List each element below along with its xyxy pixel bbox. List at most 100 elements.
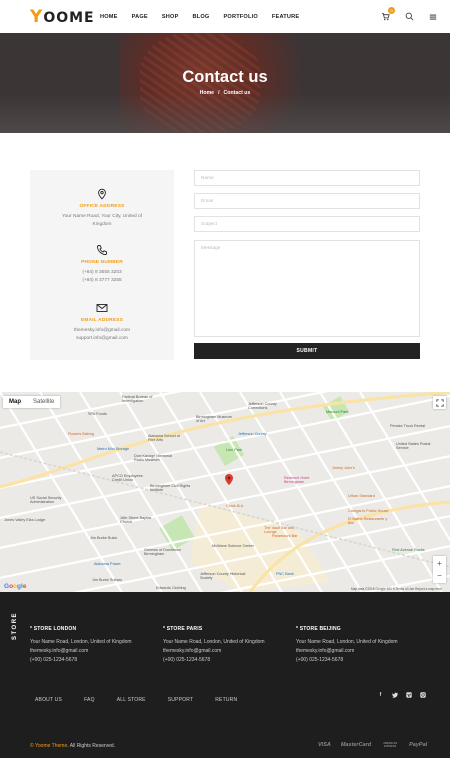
map-label: Chick-fil-A	[226, 504, 244, 508]
phone-heading: PHONE NUMBER	[81, 260, 123, 265]
zoom-in-icon[interactable]: +	[437, 558, 442, 570]
copyright-symbol: ©	[30, 743, 34, 749]
mastercard-icon: MasterCard	[340, 742, 372, 748]
header-icons: 0	[380, 6, 438, 22]
social-links: f	[377, 691, 426, 698]
subject-input[interactable]	[194, 216, 420, 232]
map-tab-satellite[interactable]: Satellite	[27, 396, 60, 408]
cart-icon[interactable]: 0	[380, 6, 395, 22]
nav-item-shop[interactable]: SHOP	[162, 14, 179, 20]
map-label: Jim Burke Buick	[90, 536, 118, 540]
footer-link-faq[interactable]: FAQ	[84, 697, 95, 703]
site-footer	[0, 592, 450, 758]
google-map[interactable]: Federal Bureau of Investigation SPA Food…	[0, 392, 450, 592]
email-address-1[interactable]: themesky.info@gmail.com	[30, 327, 174, 335]
site-logo[interactable]: YOOME	[30, 7, 98, 27]
visa-icon: VISA	[318, 742, 331, 748]
store-title: * STORE LONDON	[30, 626, 77, 632]
nav-item-portfolio[interactable]: PORTFOLIO	[223, 14, 257, 20]
map-label: SPA Foods	[88, 412, 107, 416]
email-input[interactable]	[194, 193, 420, 209]
search-icon[interactable]	[404, 12, 414, 22]
map-label: Flowers Baking	[68, 432, 94, 436]
copyright: © Yoome Theme. All Rights Reserved.	[30, 743, 115, 749]
store-phone: (+00) 025-1234-5678	[30, 657, 78, 663]
nav-item-home[interactable]: HOME	[100, 14, 118, 20]
facebook-icon[interactable]: f	[377, 691, 384, 698]
fullscreen-icon[interactable]	[433, 396, 446, 409]
map-label: Edwards Clothing	[156, 586, 186, 590]
footer-link-about-us[interactable]: ABOUT US	[35, 697, 62, 703]
map-label: Linn Park	[226, 448, 243, 452]
twitter-icon[interactable]	[391, 691, 398, 698]
zoom-controls: + −	[433, 556, 446, 583]
map-credits[interactable]: Map data ©2018 Google 500 ft Terms of Us…	[351, 587, 442, 591]
store-title: * STORE PARIS	[163, 626, 203, 632]
breadcrumb-home[interactable]: Home	[200, 90, 214, 96]
instagram-icon[interactable]	[419, 691, 426, 698]
office-address-block: OFFICE ADDRESS Your Name Road, Your City…	[30, 187, 174, 228]
site-header: YOOME HOME PAGE SHOP BLOG PORTFOLIO FEAT…	[0, 0, 450, 33]
email-address-2[interactable]: support.info@gmail.com	[30, 335, 174, 343]
copyright-brand[interactable]: Yoome Theme	[35, 743, 67, 749]
breadcrumb-separator: /	[218, 90, 220, 96]
main-nav: HOME PAGE SHOP BLOG PORTFOLIO FEATURE	[100, 14, 313, 20]
hero-floor	[0, 93, 450, 133]
logo-rest: OOME	[43, 9, 95, 26]
zoom-out-icon[interactable]: −	[437, 570, 442, 582]
store-email[interactable]: themesky.info@gmail.com	[296, 649, 426, 654]
vimeo-icon[interactable]	[405, 691, 412, 698]
map-label: Marconi Park	[326, 410, 349, 414]
address-text: Your Name Road, Your City, United of Kin…	[62, 214, 142, 227]
payment-methods: VISA MasterCard AMERICAN EXPRESS PayPal	[318, 742, 427, 748]
map-tab-map[interactable]: Map	[3, 396, 27, 408]
map-label: APCO Employees Credit Union	[112, 474, 143, 482]
footer-link-support[interactable]: SUPPORT	[168, 697, 193, 703]
nav-item-page[interactable]: PAGE	[132, 14, 148, 20]
page-hero: Contact us Home / Contact us	[0, 33, 450, 133]
menu-icon[interactable]	[428, 12, 438, 22]
map-label: Jefferson County Historical Society	[200, 572, 246, 580]
map-label: Jimmy John's	[332, 466, 355, 470]
map-label: Penske Truck Rental	[390, 424, 426, 428]
location-pin-icon	[96, 187, 108, 200]
email-block: EMAIL ADDRESS themesky.info@gmail.com su…	[30, 301, 174, 342]
map-label: Redmont Hotel Birmingham	[284, 476, 310, 484]
map-label: Birmingham Museum of Art	[196, 415, 232, 423]
message-textarea[interactable]	[194, 240, 420, 337]
phone-block: PHONE NUMBER (+84) 8 3555 3203 (+84) 8 3…	[30, 243, 174, 284]
map-label: Jones Valley Elks Lodge	[4, 518, 46, 522]
map-label: First Avenue Rocks	[392, 548, 425, 552]
copyright-text: . All Rights Reserved.	[67, 743, 116, 749]
footer-link-return[interactable]: RETURN	[215, 697, 237, 703]
nav-item-blog[interactable]: BLOG	[193, 14, 210, 20]
submit-button[interactable]: SUBMIT	[194, 343, 420, 359]
map-labels: Federal Bureau of Investigation SPA Food…	[0, 392, 450, 592]
store-address: Your Name Road, London, United of Kingdo…	[163, 639, 265, 645]
store-email[interactable]: themesky.info@gmail.com	[163, 649, 293, 654]
address-heading: OFFICE ADDRESS	[79, 204, 125, 209]
contact-info-box: OFFICE ADDRESS Your Name Road, Your City…	[30, 170, 174, 360]
name-input[interactable]	[194, 170, 420, 186]
store-paris: * STORE PARIS Your Name Road, London, Un…	[163, 626, 293, 663]
store-title: * STORE BEIJING	[296, 626, 341, 632]
store-email[interactable]: themesky.info@gmail.com	[30, 649, 160, 654]
store-vertical-label: STORE	[12, 611, 18, 640]
map-label: Jefferson County	[238, 432, 267, 436]
footer-link-all-store[interactable]: ALL STORE	[117, 697, 146, 703]
map-label: Genesis of Downtown Birmingham	[144, 548, 181, 556]
phone-icon	[96, 243, 108, 256]
nav-item-feature[interactable]: FEATURE	[272, 14, 299, 20]
store-phone: (+00) 025-1234-5678	[163, 657, 211, 663]
email-heading: EMAIL ADDRESS	[80, 318, 124, 323]
cart-count-badge: 0	[388, 6, 395, 14]
american-express-icon: AMERICAN EXPRESS	[383, 742, 398, 748]
map-label: PNC Bank	[276, 572, 294, 576]
logo-initial: Y	[30, 6, 44, 27]
map-label: Urban Standard	[348, 494, 375, 498]
breadcrumb: Home / Contact us	[0, 90, 450, 96]
map-label: Birmingham Civil Rights Institute	[150, 484, 191, 492]
store-address: Your Name Road, London, United of Kingdo…	[296, 639, 398, 645]
map-type-tabs: Map Satellite	[3, 396, 61, 408]
store-london: * STORE LONDON Your Name Road, London, U…	[30, 626, 160, 663]
